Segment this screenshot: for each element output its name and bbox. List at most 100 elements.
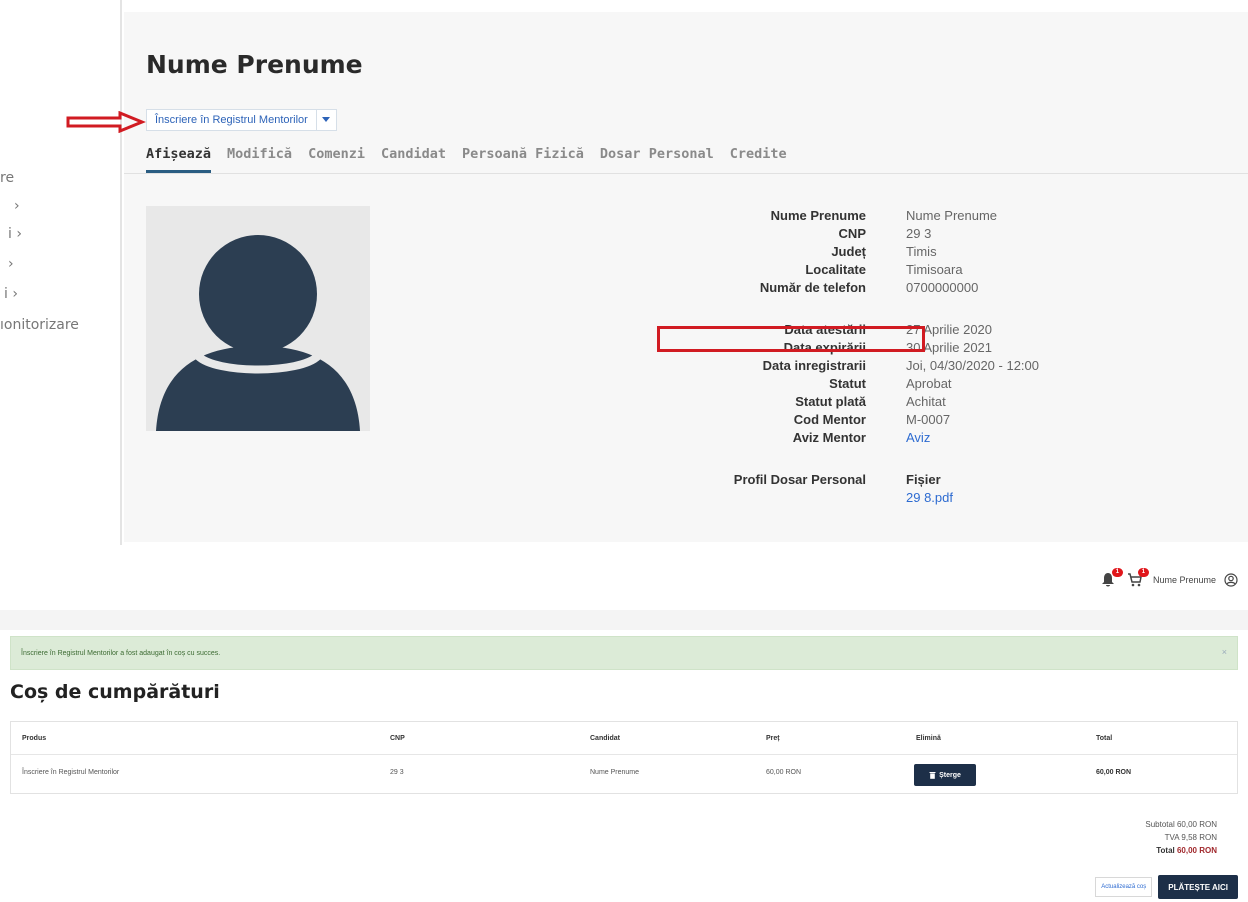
table-row: Înscriere în Registrul Mentorilor 29 3 N… (11, 756, 1237, 794)
tab-credite[interactable]: Credite (730, 142, 787, 173)
detail-value: Timis (906, 244, 937, 259)
tab-modifica[interactable]: Modifică (227, 142, 292, 173)
detail-row: Județ Timis (684, 244, 1184, 262)
detail-label: Statut plată (795, 394, 866, 409)
detail-value: 0700000000 (906, 280, 979, 295)
chevron-down-icon[interactable] (315, 110, 336, 130)
page-title: Nume Prenume (146, 50, 363, 79)
detail-row: 29 8.pdf (684, 490, 1184, 508)
tab-bar: Afișează Modifică Comenzi Candidat Perso… (146, 142, 787, 173)
detail-row: Data inregistrarii Joi, 04/30/2020 - 12:0… (684, 358, 1184, 376)
detail-row: Nume Prenume Nume Prenume (684, 208, 1184, 226)
column-header: Preț (766, 735, 780, 742)
detail-label: Statut (829, 376, 866, 391)
detail-label: Nume Prenume (770, 208, 866, 223)
subtotal: Subtotal 60,00 RON (1145, 820, 1217, 829)
detail-value: Timisoara (906, 262, 963, 277)
cell-total: 60,00 RON (1096, 769, 1132, 776)
red-arrow-icon (66, 111, 146, 133)
detail-label: Profil Dosar Personal (733, 472, 866, 487)
cell-price: 60,00 RON (766, 769, 802, 776)
sidebar-item[interactable]: i › (4, 286, 18, 302)
cell-product: Înscriere în Registrul Mentorilor (22, 769, 120, 776)
detail-row: Cod Mentor M-0007 (684, 412, 1184, 430)
profile-panel: re › i › › i › ıonitorizare Nume Prenume… (0, 0, 1248, 545)
pay-button[interactable]: PLĂTEȘTE AICI (1158, 875, 1238, 899)
vat: TVA 9,58 RON (1164, 833, 1217, 842)
aviz-link[interactable]: Aviz (906, 430, 930, 445)
user-toolbar: 1 1 Nume Prenume (1101, 568, 1238, 588)
tab-divider (124, 173, 1248, 174)
cart-table: Produs CNP Candidat Preț Elimină Total Î… (10, 721, 1238, 794)
header-strip (0, 610, 1248, 630)
sidebar-item-monitorizare[interactable]: ıonitorizare (0, 317, 79, 333)
register-button-label[interactable]: Înscriere în Registrul Mentorilor (147, 110, 316, 130)
detail-value: Aprobat (906, 376, 952, 391)
grand-total: Total 60,00 RON (1145, 844, 1217, 857)
detail-row: Aviz Mentor Aviz (684, 430, 1184, 448)
detail-value: Joi, 04/30/2020 - 12:00 (906, 358, 1039, 373)
trash-icon (929, 772, 936, 779)
detail-row: Statut Aprobat (684, 376, 1184, 394)
total-value: 60,00 RON (1176, 846, 1217, 855)
avatar (146, 206, 370, 431)
user-silhouette-icon (156, 235, 360, 431)
notification-badge: 1 (1111, 568, 1123, 577)
detail-row: Profil Dosar Personal Fișier (684, 472, 1184, 490)
file-link[interactable]: 29 8.pdf (906, 490, 953, 505)
column-header: CNP (390, 735, 405, 742)
tab-candidat[interactable]: Candidat (381, 142, 446, 173)
detail-row: Statut plată Achitat (684, 394, 1184, 412)
cart-link[interactable]: 1 (1127, 568, 1149, 588)
detail-value: M-0007 (906, 412, 951, 427)
tab-dosar-personal[interactable]: Dosar Personal (600, 142, 714, 173)
detail-row: Număr de telefon 0700000000 (684, 280, 1184, 298)
expiry-highlight-box (657, 326, 925, 352)
detail-label: CNP (838, 226, 866, 241)
cell-cnp: 29 3 (390, 769, 404, 776)
profile-content: Nume Prenume Înscriere în Registrul Ment… (124, 12, 1248, 542)
detail-value: Nume Prenume (906, 208, 998, 223)
column-header: Produs (22, 735, 47, 742)
column-header: Elimină (916, 735, 941, 742)
detail-row: CNP 29 3 (684, 226, 1184, 244)
cart-actions: Actualizează coș PLĂTEȘTE AICI (1095, 875, 1238, 899)
delete-button[interactable]: Șterge (914, 764, 976, 786)
table-header: Produs CNP Candidat Preț Elimină Total (11, 722, 1237, 755)
tab-persoana-fizica[interactable]: Persoană Fizică (462, 142, 584, 173)
detail-label: Data inregistrarii (762, 358, 866, 373)
detail-label: Aviz Mentor (792, 430, 866, 445)
detail-label: Localitate (805, 262, 866, 277)
alert-message: Înscriere în Registrul Mentorilor a fost… (21, 650, 221, 657)
sidebar-item[interactable]: i › (8, 226, 22, 242)
delete-label: Șterge (939, 771, 961, 779)
column-header: Candidat (590, 735, 620, 742)
cart-title: Coș de cumpărături (10, 681, 220, 703)
order-summary: Subtotal 60,00 RON TVA 9,58 RON Total 60… (1145, 818, 1217, 857)
cell-candidate: Nume Prenume (590, 769, 640, 776)
column-header: Total (1096, 735, 1113, 742)
detail-label: Cod Mentor (793, 412, 866, 427)
notification-bell[interactable]: 1 (1101, 568, 1123, 588)
cart-badge: 1 (1137, 568, 1149, 577)
detail-row: Localitate Timisoara (684, 262, 1184, 280)
success-alert: Înscriere în Registrul Mentorilor a fost… (10, 636, 1238, 670)
tab-comenzi[interactable]: Comenzi (308, 142, 365, 173)
detail-label: Județ (831, 244, 866, 259)
detail-label: Număr de telefon (759, 280, 866, 295)
sidebar: re › i › › i › ıonitorizare (0, 0, 122, 545)
tab-afiseaza[interactable]: Afișează (146, 142, 212, 173)
user-name[interactable]: Nume Prenume (1153, 575, 1216, 585)
detail-value: 29 3 (906, 226, 932, 241)
user-icon[interactable] (1224, 573, 1238, 587)
update-cart-button[interactable]: Actualizează coș (1095, 877, 1153, 897)
cart-panel: 1 1 Nume Prenume Înscriere în Registrul … (0, 548, 1248, 902)
sidebar-item[interactable]: re (0, 170, 14, 186)
sidebar-item[interactable]: › (8, 256, 14, 272)
total-label: Total (1156, 846, 1175, 855)
register-split-button[interactable]: Înscriere în Registrul Mentorilor (146, 109, 337, 131)
sidebar-item[interactable]: › (14, 198, 20, 214)
detail-value: Fișier (906, 472, 941, 487)
alert-close-button[interactable]: × (1222, 647, 1227, 657)
detail-value: Achitat (906, 394, 946, 409)
